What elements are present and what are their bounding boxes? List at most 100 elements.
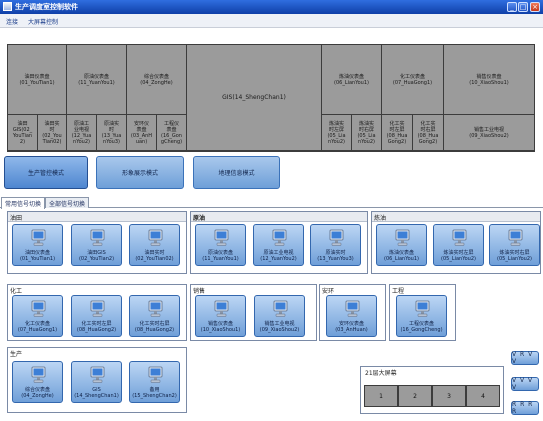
signal-tile-label: 油田实时 (02_YouTian02) (135, 250, 174, 262)
computer-icon (148, 229, 163, 247)
header-cell-youtian: 油田仪表盘 (01_YouTian1) (8, 45, 67, 115)
menu-item-bigscreen-control[interactable]: 大屏幕控制 (28, 17, 58, 26)
computer-icon (148, 366, 163, 384)
signal-tile-xiaoshou-1[interactable]: 销售仪表盘 (10_XiaoShou1) (195, 295, 246, 337)
sub-cell: 炼油实 时左屏 (05_Lia nYou2) (322, 115, 352, 151)
computer-icon (395, 229, 410, 247)
layout-preset-button-1[interactable]: V R V V (511, 351, 539, 365)
sub-cell: 油田 GIS(02_ YouTian 2) (8, 115, 38, 151)
app-icon (3, 2, 12, 11)
signal-tile-label: GIS (14_ShengChan1) (74, 387, 119, 399)
signal-tile-lianyou-1[interactable]: 炼油仪表盘 (06_LianYou1) (376, 224, 427, 266)
signal-tile-label: 综合仪表盘 (04_ZongHe) (21, 387, 54, 399)
tab-common-signals[interactable]: 常用信号切换 (1, 197, 46, 209)
bigscreen-label: 21层大屏幕 (365, 370, 397, 377)
sub-cell: 炼油实 时右屏 (05_Lia nYou2) (352, 115, 382, 151)
signal-tile-gongcheng-1[interactable]: 工程仪表盘 (16_GongCheng) (396, 295, 447, 337)
computer-icon (31, 300, 46, 318)
sub-cell: 安环仪 表盘 (03_AnH uan) (127, 115, 157, 151)
computer-icon (345, 300, 360, 318)
mode-button-geo[interactable]: 地理信息模式 (193, 156, 280, 189)
signal-tile-youtian-3[interactable]: 油田实时 (02_YouTian02) (129, 224, 180, 266)
screen-cell-1[interactable]: 1 (364, 385, 398, 407)
mode-button-production[interactable]: 生产管控模式 (4, 156, 88, 189)
computer-icon (508, 229, 523, 247)
signal-tile-label: 销售工业电视 (09_XiaoShou2) (259, 321, 300, 333)
computer-icon (31, 229, 46, 247)
group-label: 化工 (10, 288, 23, 295)
signal-tile-xiaoshou-2[interactable]: 销售工业电视 (09_XiaoShou2) (254, 295, 305, 337)
signal-tile-lianyou-3[interactable]: 炼油实时右屏 (05_LianYou2) (489, 224, 540, 266)
signal-tile-huagong-2[interactable]: 化工实时左屏 (08_HuaGong2) (71, 295, 122, 337)
signal-tile-yuanyou-1[interactable]: 原油仪表盘 (11_YuanYou1) (195, 224, 246, 266)
signal-tile-label: 工程仪表盘 (16_GongCheng) (400, 321, 443, 333)
signal-tile-label: 化工实时右屏 (08_HuaGong2) (134, 321, 175, 333)
sub-cell: 油田实 时 (02_You Tian02) (38, 115, 67, 151)
computer-icon (273, 300, 288, 318)
header-cell-gis: GIS(14_ShengChan1) (187, 45, 322, 151)
group-label: 原油 (193, 215, 206, 222)
signal-tile-shengchan-1[interactable]: 综合仪表盘 (04_ZongHe) (12, 361, 63, 403)
signal-tile-label: 炼油实时右屏 (05_LianYou2) (497, 250, 532, 262)
signal-tile-label: 炼油实时左屏 (05_LianYou2) (441, 250, 476, 262)
computer-icon (90, 366, 105, 384)
header-cell-huagong: 化工仪表盘 (07_HuaGong1) (382, 45, 444, 115)
maximize-button[interactable]: □ (518, 2, 528, 12)
header-cell-xiaoshou: 销售仪表盘 (10_XiaoShou1) (444, 45, 534, 115)
screen-cell-3[interactable]: 3 (432, 385, 466, 407)
layout-preset-button-3[interactable]: R R R R (511, 401, 539, 415)
menu-bar: 连接 大屏幕控制 (0, 14, 543, 28)
window-title: 生产调度室控制软件 (15, 3, 78, 11)
signal-tile-yuanyou-2[interactable]: 原油工业电视 (12_YuanYou2) (253, 224, 304, 266)
layout-preset-button-2[interactable]: V V V V (511, 377, 539, 391)
computer-icon (272, 229, 287, 247)
title-bar: 生产调度室控制软件 _ □ × (0, 0, 543, 14)
signal-tile-shengchan-3[interactable]: 备用 (15_ShengChan2) (129, 361, 180, 403)
header-cell-yuanyou: 原油仪表盘 (11_YuanYou1) (67, 45, 127, 115)
minimize-button[interactable]: _ (507, 2, 517, 12)
menu-item-connect[interactable]: 连接 (6, 17, 18, 26)
close-button[interactable]: × (530, 2, 540, 12)
sub-cell: 销售工业电视 (09_XiaoShou2) (444, 115, 534, 151)
sub-cell: 原油实 时 (13_Yua nYou3) (97, 115, 127, 151)
signal-tile-anhuan-1[interactable]: 安环仪表盘 (03_AnHuan) (326, 295, 377, 337)
group-label: 销售 (193, 288, 206, 295)
group-label: 油田 (10, 215, 23, 222)
signal-tile-label: 原油工业电视 (12_YuanYou2) (260, 250, 297, 262)
signal-tile-label: 炼油仪表盘 (06_LianYou1) (384, 250, 419, 262)
screen-cell-4[interactable]: 4 (466, 385, 500, 407)
computer-icon (90, 300, 105, 318)
computer-icon (214, 300, 229, 318)
signal-overview-table: 油田仪表盘 (01_YouTian1) 原油仪表盘 (11_YuanYou1) … (7, 44, 535, 152)
signal-tile-label: 化工仪表盘 (07_HuaGong1) (17, 321, 58, 333)
bigscreen-panel: 21层大屏幕 1 2 3 4 (360, 366, 504, 414)
signal-tile-label: 原油实时 (13_YuanYou3) (317, 250, 354, 262)
signal-tile-label: 化工实时左屏 (08_HuaGong2) (76, 321, 117, 333)
screen-cell-2[interactable]: 2 (398, 385, 432, 407)
signal-tile-youtian-2[interactable]: 油田GIS (02_YouTian2) (71, 224, 122, 266)
signal-tile-huagong-3[interactable]: 化工实时右屏 (08_HuaGong2) (129, 295, 180, 337)
signal-tile-label: 油田仪表盘 (01_YouTian1) (19, 250, 56, 262)
group-label: 工程 (392, 288, 405, 295)
group-label: 生产 (10, 351, 23, 358)
computer-icon (214, 229, 229, 247)
signal-tile-label: 备用 (15_ShengChan2) (132, 387, 177, 399)
computer-icon (31, 366, 46, 384)
sub-cell: 原油工 业电视 (12_Yua nYou2) (67, 115, 97, 151)
signal-tile-shengchan-2[interactable]: GIS (14_ShengChan1) (71, 361, 122, 403)
mode-button-showcase[interactable]: 形象展示模式 (96, 156, 184, 189)
signal-tile-label: 销售仪表盘 (10_XiaoShou1) (200, 321, 241, 333)
signal-tile-huagong-1[interactable]: 化工仪表盘 (07_HuaGong1) (12, 295, 63, 337)
tab-strip: 常用信号切换 全部信号切换 (0, 196, 543, 209)
signal-tile-lianyou-2[interactable]: 炼油实时左屏 (05_LianYou2) (433, 224, 484, 266)
signal-tile-label: 安环仪表盘 (03_AnHuan) (335, 321, 368, 333)
signal-tile-yuanyou-3[interactable]: 原油实时 (13_YuanYou3) (310, 224, 361, 266)
computer-icon (415, 300, 430, 318)
signal-tile-youtian-1[interactable]: 油田仪表盘 (01_YouTian1) (12, 224, 63, 266)
tab-all-signals[interactable]: 全部信号切换 (45, 197, 90, 208)
group-label: 安环 (322, 288, 335, 295)
header-cell-zonghe: 综合仪表盘 (04_ZongHe) (127, 45, 187, 115)
computer-icon (452, 229, 467, 247)
computer-icon (329, 229, 344, 247)
sub-cell: 化工实 时左屏 (08_Hua Gong2) (382, 115, 413, 151)
